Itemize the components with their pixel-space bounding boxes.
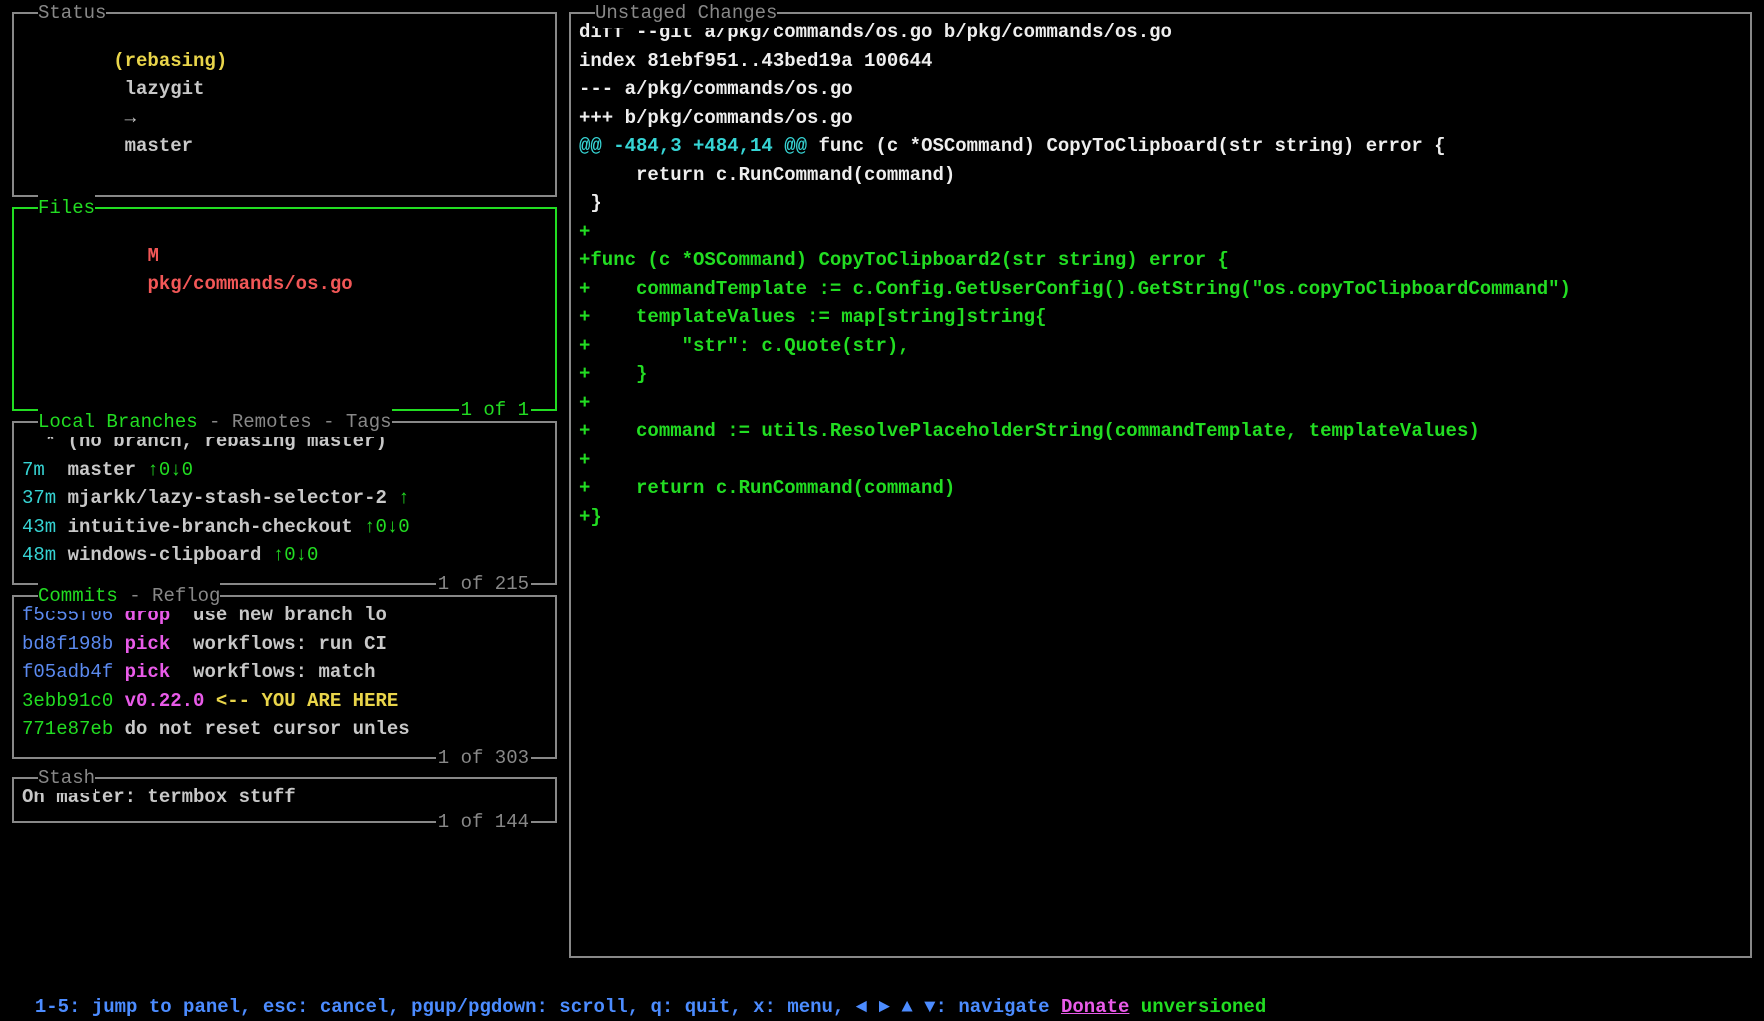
panel-title-status: Status xyxy=(38,0,106,28)
diff-line: --- a/pkg/commands/os.go xyxy=(579,75,1742,104)
help-bar: 1-5: jump to panel, esc: cancel, pgup/pg… xyxy=(12,958,1752,1021)
file-path: pkg/commands/os.go xyxy=(147,273,352,295)
diff-line: + command := utils.ResolvePlaceholderStr… xyxy=(579,417,1742,446)
stash-title-label: Stash xyxy=(38,767,95,789)
diff-line: + xyxy=(579,218,1742,247)
main-title-label: Unstaged Changes xyxy=(595,2,777,24)
diff-line: +} xyxy=(579,503,1742,532)
file-item[interactable]: M pkg/commands/os.go xyxy=(22,213,547,327)
help-keys: 1-5: jump to panel, esc: cancel, pgup/pg… xyxy=(35,996,1061,1018)
panel-title-commits: Commits - Reflog xyxy=(38,582,220,611)
diff-line: index 81ebf951..43bed19a 100644 xyxy=(579,47,1742,76)
files-list[interactable]: M pkg/commands/os.go xyxy=(22,213,547,403)
branch-item[interactable]: 48m windows-clipboard ↑0↓0 xyxy=(22,541,547,570)
commit-item[interactable]: 3ebb91c0 v0.22.0 <-- YOU ARE HERE xyxy=(22,687,547,716)
current-branch: master xyxy=(125,135,193,157)
tab-local-branches[interactable]: Local Branches xyxy=(38,411,198,433)
tab-tags[interactable]: Tags xyxy=(346,411,392,433)
arrow-icon: → xyxy=(125,107,136,129)
commit-item[interactable]: bd8f198b pick workflows: run CI xyxy=(22,630,547,659)
panel-title-main: Unstaged Changes xyxy=(595,0,777,28)
stash-footer: 1 of 144 xyxy=(436,808,531,837)
branch-item[interactable]: 7m master ↑0↓0 xyxy=(22,456,547,485)
branches-panel[interactable]: Local Branches - Remotes - Tags * (no br… xyxy=(12,421,557,585)
donate-link[interactable]: Donate xyxy=(1061,996,1129,1018)
diff-view[interactable]: diff --git a/pkg/commands/os.go b/pkg/co… xyxy=(579,18,1742,950)
tab-commits[interactable]: Commits xyxy=(38,585,118,607)
commit-item[interactable]: f05adb4f pick workflows: match xyxy=(22,658,547,687)
status-panel[interactable]: Status (rebasing) lazygit → master xyxy=(12,12,557,197)
diff-line: + } xyxy=(579,360,1742,389)
help-tail: unversioned xyxy=(1129,996,1266,1018)
files-footer: 1 of 1 xyxy=(459,396,531,425)
commit-item[interactable]: 771e87eb do not reset cursor unles xyxy=(22,715,547,744)
diff-line: + templateValues := map[string]string{ xyxy=(579,303,1742,332)
branches-list[interactable]: * (no branch, rebasing master)7m master … xyxy=(22,427,547,577)
stash-panel[interactable]: Stash On master: termbox stuff 1 of 144 xyxy=(12,777,557,823)
panel-title-files: Files xyxy=(38,194,95,223)
diff-line: +func (c *OSCommand) CopyToClipboard2(st… xyxy=(579,246,1742,275)
commits-panel[interactable]: Commits - Reflog f5c55f06 drop use new b… xyxy=(12,595,557,759)
files-panel[interactable]: Files M pkg/commands/os.go 1 of 1 xyxy=(12,207,557,411)
commits-footer: 1 of 303 xyxy=(436,744,531,773)
panel-title-stash: Stash xyxy=(38,764,95,793)
diff-line: + xyxy=(579,446,1742,475)
diff-line: + xyxy=(579,389,1742,418)
repo-name: lazygit xyxy=(125,78,205,100)
rebasing-indicator: (rebasing) xyxy=(113,50,227,72)
files-title-label: Files xyxy=(38,197,95,219)
tab-reflog[interactable]: Reflog xyxy=(152,585,220,607)
diff-line: + commandTemplate := c.Config.GetUserCon… xyxy=(579,275,1742,304)
branches-footer: 1 of 215 xyxy=(436,570,531,599)
diff-line: @@ -484,3 +484,14 @@ func (c *OSCommand)… xyxy=(579,132,1742,161)
file-status: M xyxy=(147,245,158,267)
main-panel[interactable]: Unstaged Changes diff --git a/pkg/comman… xyxy=(569,12,1752,958)
branch-item[interactable]: 43m intuitive-branch-checkout ↑0↓0 xyxy=(22,513,547,542)
diff-line: +++ b/pkg/commands/os.go xyxy=(579,104,1742,133)
diff-line: return c.RunCommand(command) xyxy=(579,161,1742,190)
tab-remotes[interactable]: Remotes xyxy=(232,411,312,433)
commits-list[interactable]: f5c55f06 drop use new branch lobd8f198b … xyxy=(22,601,547,751)
diff-line: } xyxy=(579,189,1742,218)
diff-line: + return c.RunCommand(command) xyxy=(579,474,1742,503)
branch-item[interactable]: 37m mjarkk/lazy-stash-selector-2 ↑ xyxy=(22,484,547,513)
panel-title-branches: Local Branches - Remotes - Tags xyxy=(38,408,392,437)
status-title-label: Status xyxy=(38,2,106,24)
status-line: (rebasing) lazygit → master xyxy=(22,18,547,189)
diff-line: + "str": c.Quote(str), xyxy=(579,332,1742,361)
